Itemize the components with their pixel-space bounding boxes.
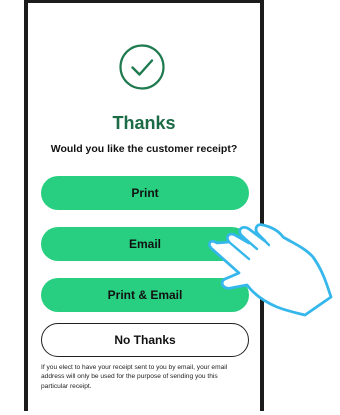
print-button[interactable]: Print (41, 176, 249, 210)
device-frame: Thanks Would you like the customer recei… (24, 0, 264, 411)
privacy-disclaimer: If you elect to have your receipt sent t… (41, 364, 228, 390)
check-circle-icon (119, 44, 165, 90)
receipt-question: Would you like the customer receipt? (50, 143, 238, 155)
hand-pointer-icon (208, 223, 333, 317)
receipt-screen: Thanks Would you like the customer recei… (28, 3, 260, 411)
stage: Thanks Would you like the customer recei… (0, 0, 340, 415)
page-title: Thanks (112, 113, 176, 133)
no-thanks-button[interactable]: No Thanks (41, 323, 249, 357)
